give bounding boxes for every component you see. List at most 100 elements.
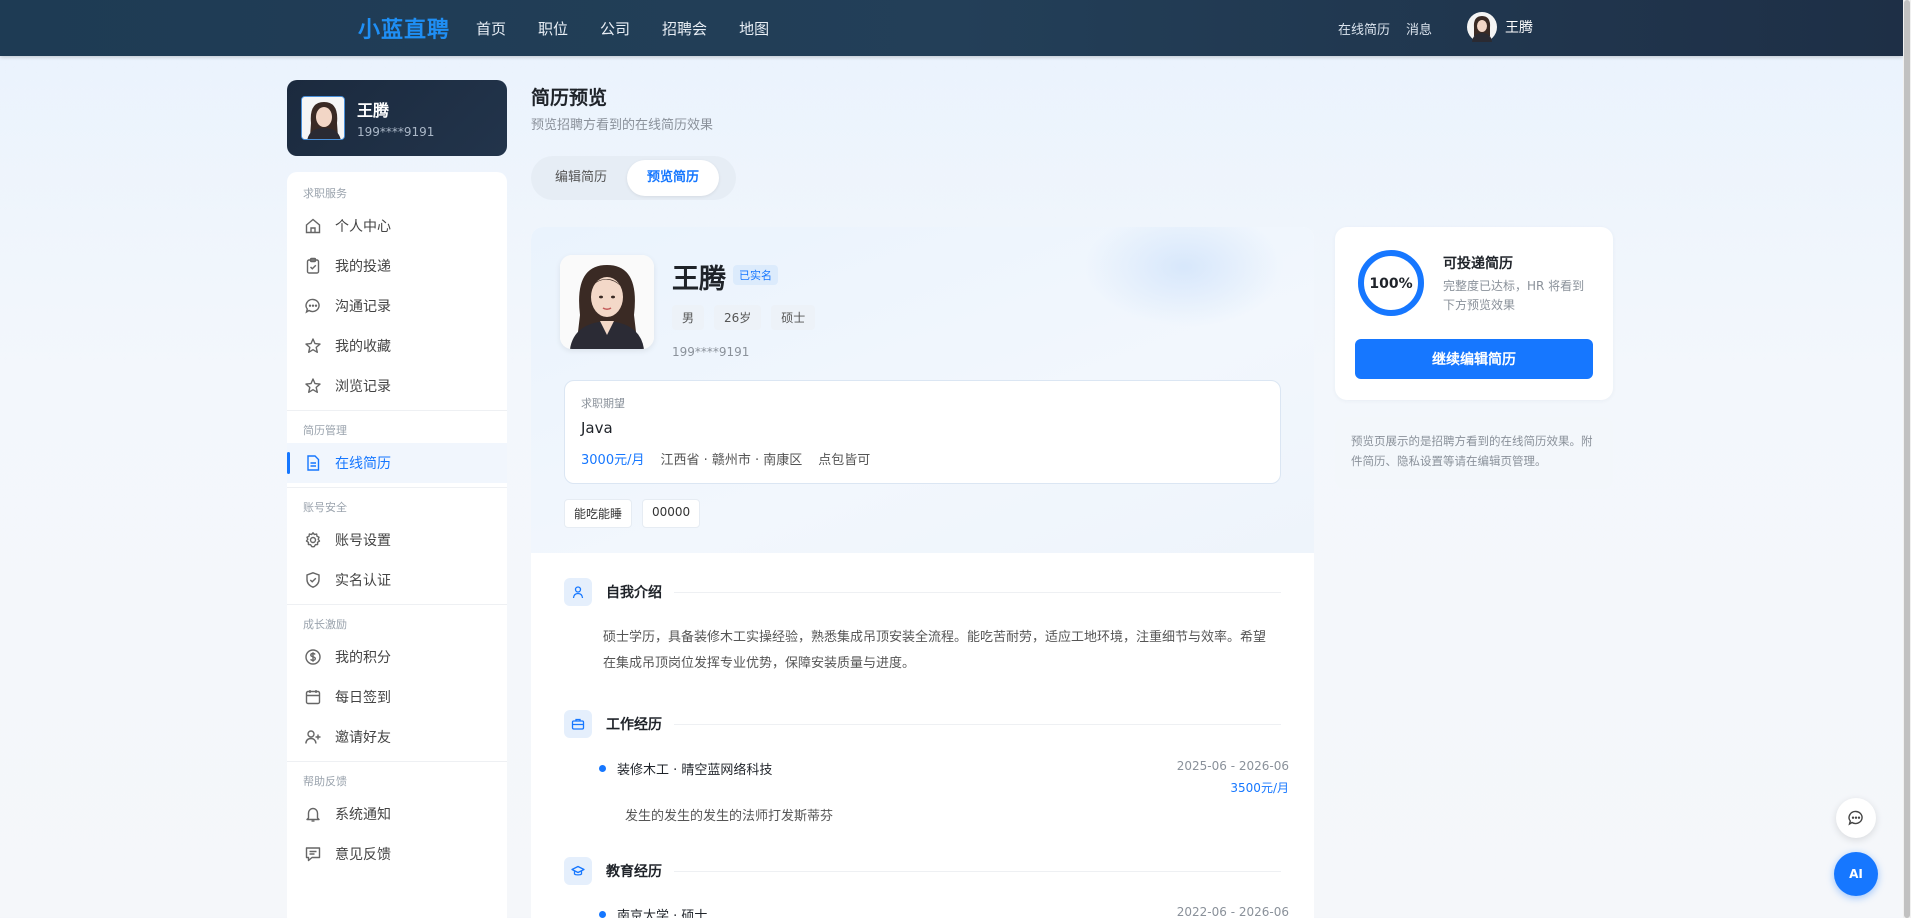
skill-tags: 能吃能睡 00000: [564, 499, 710, 528]
resume-avatar: [560, 255, 654, 349]
sidebar-item-daily-checkin[interactable]: 每日签到: [287, 677, 507, 717]
completion-ring: 100%: [1358, 250, 1424, 316]
degree-tag: 硕士: [771, 305, 816, 330]
basic-info-tags: 男 26岁 硕士: [672, 305, 825, 330]
sidebar-item-label: 沟通记录: [335, 299, 391, 315]
section-title: 自我介绍: [606, 585, 662, 601]
profile-avatar: [301, 96, 345, 140]
sidebar-item-invite-friends[interactable]: 邀请好友: [287, 717, 507, 757]
job-expectation-card: 求职期望 Java 3000元/月 江西省 · 赣州市 · 南康区 点包皆可: [564, 380, 1281, 484]
sidebar-item-label: 账号设置: [335, 533, 391, 549]
document-icon: [303, 453, 323, 473]
sidebar-item-label: 每日签到: [335, 690, 391, 706]
work-description: 发生的发生的发生的法师打发斯蒂芬: [625, 809, 834, 824]
sidebar-section-title: 简历管理: [303, 424, 347, 437]
calendar-icon: [303, 687, 323, 707]
star-icon: [303, 376, 323, 396]
person-icon: [564, 578, 592, 606]
timeline-dot: [599, 911, 606, 918]
dollar-circle-icon: [303, 647, 323, 667]
sidebar-item-account-settings[interactable]: 账号设置: [287, 520, 507, 560]
nav-link-companies[interactable]: 公司: [600, 18, 630, 39]
resume-header: 王腾 已实名 男 26岁 硕士 199****9191 求职期望 Java 30…: [531, 227, 1314, 553]
tab-edit-resume[interactable]: 编辑简历: [535, 160, 627, 196]
sidebar-item-label: 浏览记录: [335, 379, 391, 395]
sidebar-item-label: 我的积分: [335, 650, 391, 666]
expected-salary: 3000元/月: [581, 453, 645, 468]
expectation-label: 求职期望: [581, 397, 625, 410]
sidebar-item-label: 邀请好友: [335, 730, 391, 746]
sidebar-item-my-applications[interactable]: 我的投递: [287, 246, 507, 286]
chat-bubble-icon: [1848, 810, 1863, 826]
sidebar-section-title: 成长激励: [303, 618, 347, 631]
sidebar-item-label: 我的投递: [335, 259, 391, 275]
tab-preview-resume[interactable]: 预览简历: [627, 160, 720, 196]
sidebar-item-browse-history[interactable]: 浏览记录: [287, 366, 507, 406]
education-title: 南京大学 · 硕士: [617, 909, 708, 918]
feedback-icon: [303, 844, 323, 864]
sidebar-item-favorites[interactable]: 我的收藏: [287, 326, 507, 366]
header-glow: [1084, 227, 1284, 327]
logo[interactable]: 小蓝直聘: [358, 12, 450, 44]
sidebar-section-title: 账号安全: [303, 501, 347, 514]
clipboard-check-icon: [303, 256, 323, 276]
resume-phone: 199****9191: [672, 345, 750, 359]
top-nav: 小蓝直聘 首页 职位 公司 招聘会 地图 在线简历 消息 王腾: [0, 0, 1903, 56]
gender-tag: 男: [672, 305, 705, 330]
nav-online-resume[interactable]: 在线简历: [1338, 19, 1390, 38]
work-date: 2025-06 - 2026-06: [1176, 759, 1289, 773]
page-title: 简历预览: [531, 87, 608, 109]
star-icon: [303, 336, 323, 356]
floating-chat-button[interactable]: [1836, 798, 1876, 838]
work-salary: 3500元/月: [1230, 781, 1289, 795]
bell-icon: [303, 804, 323, 824]
nav-link-jobs[interactable]: 职位: [538, 18, 568, 39]
sidebar-item-system-notifications[interactable]: 系统通知: [287, 794, 507, 834]
resume-name: 王腾: [672, 264, 726, 295]
profile-card: 王腾 199****9191: [287, 80, 507, 156]
sidebar-item-feedback[interactable]: 意见反馈: [287, 834, 507, 874]
briefcase-icon: [564, 710, 592, 738]
resume-tabs: 编辑简历 预览简历: [531, 156, 736, 200]
shield-check-icon: [303, 570, 323, 590]
status-title: 可投递简历: [1443, 256, 1513, 272]
nav-link-home[interactable]: 首页: [476, 18, 506, 39]
scrollbar[interactable]: [1903, 0, 1911, 918]
status-description: 完整度已达标，HR 将看到下方预览效果: [1443, 279, 1585, 312]
sidebar-item-my-points[interactable]: 我的积分: [287, 637, 507, 677]
sidebar-item-chat-history[interactable]: 沟通记录: [287, 286, 507, 326]
skill-tag: 00000: [642, 499, 701, 528]
skill-tag: 能吃能睡: [564, 499, 633, 528]
section-header-work: 工作经历: [564, 710, 1281, 738]
sidebar-item-label: 在线简历: [335, 456, 391, 472]
nav-messages[interactable]: 消息: [1406, 19, 1432, 38]
chat-bubble-icon: [303, 296, 323, 316]
profile-name: 王腾: [357, 101, 390, 120]
sidebar-item-real-name-auth[interactable]: 实名认证: [287, 560, 507, 600]
preview-note: 预览页展示的是招聘方看到的在线简历效果。附件简历、隐私设置等请在编辑页管理。: [1335, 417, 1613, 489]
page-subtitle: 预览招聘方看到的在线简历效果: [531, 118, 714, 133]
resume-status-card: 100% 可投递简历 完整度已达标，HR 将看到下方预览效果 继续编辑简历: [1335, 227, 1613, 400]
sidebar-section-title: 求职服务: [303, 187, 347, 200]
ai-assistant-button[interactable]: AI: [1834, 852, 1878, 896]
intro-text: 硕士学历，具备装修木工实操经验，熟悉集成吊顶安装全流程。能吃苦耐劳，适应工地环境…: [603, 630, 1267, 671]
section-title: 教育经历: [606, 864, 662, 880]
age-tag: 26岁: [714, 305, 762, 330]
nav-link-job-fairs[interactable]: 招聘会: [662, 18, 707, 39]
sidebar-item-personal-center[interactable]: 个人中心: [287, 206, 507, 246]
scrollbar-thumb[interactable]: [1904, 0, 1910, 918]
nav-link-map[interactable]: 地图: [739, 18, 769, 39]
sidebar-item-label: 实名认证: [335, 573, 391, 589]
nav-links: 首页 职位 公司 招聘会 地图: [476, 0, 801, 56]
section-divider: [674, 870, 1281, 872]
sidebar-item-online-resume[interactable]: 在线简历: [287, 443, 507, 483]
nav-user-menu[interactable]: 王腾: [1467, 12, 1533, 42]
continue-edit-button[interactable]: 继续编辑简历: [1355, 339, 1593, 379]
sidebar-item-label: 意见反馈: [335, 847, 391, 863]
expected-position: Java: [581, 419, 613, 437]
section-divider: [674, 591, 1281, 593]
profile-phone: 199****9191: [357, 125, 435, 139]
sidebar-item-label: 我的收藏: [335, 339, 391, 355]
sidebar-item-label: 系统通知: [335, 807, 391, 823]
sidebar-item-label: 个人中心: [335, 219, 391, 235]
